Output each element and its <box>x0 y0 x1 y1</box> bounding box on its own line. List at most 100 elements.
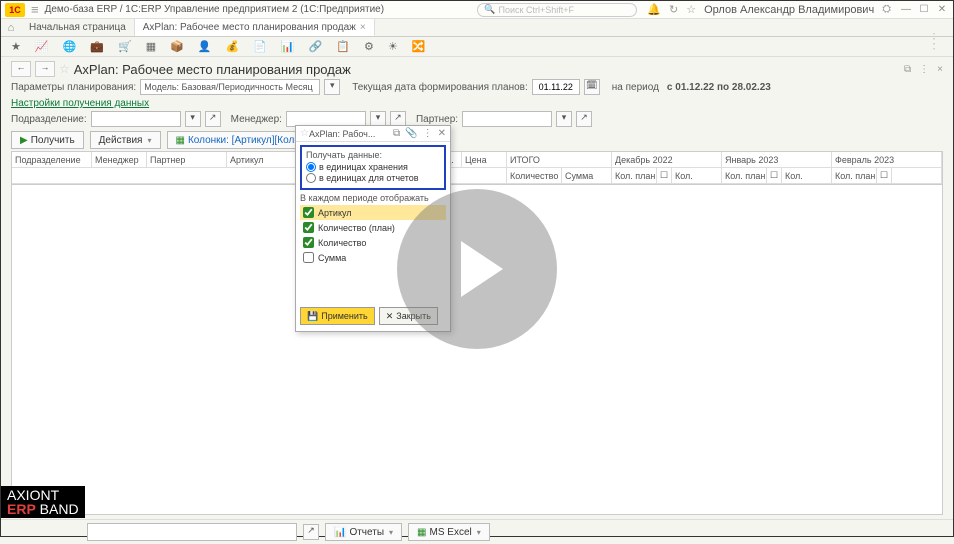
person-icon[interactable]: 👤 <box>198 40 212 53</box>
sub-sum[interactable]: Сумма <box>562 168 612 183</box>
podrazd-drop[interactable]: ▾ <box>185 111 201 127</box>
home-icon[interactable]: ⌂ <box>1 22 21 34</box>
open-window-icon[interactable]: ⧉ <box>904 64 911 75</box>
globe-icon[interactable]: 🌐 <box>63 40 77 53</box>
share-icon[interactable]: 🔀 <box>412 40 426 53</box>
radio-group-label: Получать данные: <box>306 150 440 160</box>
col-price[interactable]: Цена <box>462 152 507 167</box>
col-total[interactable]: ИТОГО <box>507 152 612 167</box>
apply-button[interactable]: 💾Применить <box>300 307 375 325</box>
sub-dec-plan[interactable]: Кол. план <box>612 168 657 183</box>
back-button[interactable]: ← <box>11 61 31 77</box>
global-search[interactable]: 🔍 Поиск Ctrl+Shift+F <box>477 3 637 17</box>
filter-input[interactable] <box>87 523 297 541</box>
col-dec[interactable]: Декабрь 2022 <box>612 152 722 167</box>
search-icon: 🔍 <box>484 4 495 15</box>
col-feb[interactable]: Февраль 2023 <box>832 152 942 167</box>
col-podrazd[interactable]: Подразделение <box>12 152 92 167</box>
tab-axplan[interactable]: AxPlan: Рабочее место планирования прода… <box>135 19 375 36</box>
sub-jan-chk[interactable]: ☐ <box>767 168 782 183</box>
maximize-icon[interactable]: ☐ <box>917 4 931 15</box>
sun-icon[interactable]: ☀ <box>388 40 398 53</box>
col-jan[interactable]: Январь 2023 <box>722 152 832 167</box>
section-toolbar: ★ 📈 🌐 💼 🛒 ▦ 📦 👤 💰 📄 📊 🔗 📋 ⚙ ☀ 🔀 <box>1 37 953 57</box>
bell-icon[interactable]: 🔔 <box>647 3 661 16</box>
forward-button[interactable]: → <box>35 61 55 77</box>
model-combo[interactable]: Модель: Базовая/Периодичность Месяц <box>140 79 320 95</box>
x-icon: ✕ <box>386 311 394 322</box>
fav-icon[interactable]: ☆ <box>59 62 70 76</box>
settings-link[interactable]: Настройки получения данных <box>11 98 149 109</box>
close-icon[interactable]: ✕ <box>935 4 949 15</box>
col-partner[interactable]: Партнер <box>147 152 227 167</box>
actions-button[interactable]: Действия▾ <box>90 131 161 149</box>
watermark-badge: AXIONT ERP BAND <box>1 486 85 518</box>
equalizer-icon[interactable]: ⛭ <box>882 3 891 16</box>
calendar-icon[interactable]: 🗓 <box>584 79 600 95</box>
doc-icon[interactable]: 📄 <box>253 40 267 53</box>
kebab-icon[interactable]: ⋮⋮ <box>927 36 941 46</box>
dialog-titlebar[interactable]: ☆ AxPlan: Рабоч... ⧉ 📎 ⋮ ✕ <box>296 126 450 142</box>
action-row: ▶Получить Действия▾ ▦Колонки: [Артикул][… <box>11 131 943 149</box>
logo-1c: 1C <box>5 3 25 17</box>
tab-home[interactable]: Начальная страница <box>21 19 135 36</box>
get-data-button[interactable]: ▶Получить <box>11 131 84 149</box>
plan-date-input[interactable] <box>532 79 580 95</box>
podrazd-open[interactable]: ↗ <box>205 111 221 127</box>
period-label: на период <box>612 82 659 93</box>
video-play-button[interactable] <box>397 189 557 349</box>
partner-drop[interactable]: ▾ <box>556 111 572 127</box>
link-icon[interactable]: 🔗 <box>309 40 323 53</box>
minimize-icon[interactable]: — <box>899 4 913 15</box>
save-icon: 💾 <box>307 311 318 322</box>
radio-storage-units[interactable]: в единицах хранения <box>306 162 440 172</box>
star-tool-icon[interactable]: ★ <box>11 40 21 53</box>
history-icon[interactable]: ↻ <box>669 3 678 16</box>
excel-icon: ▦ <box>417 527 426 538</box>
podrazd-label: Подразделение: <box>11 114 87 125</box>
bars-icon[interactable]: 📊 <box>281 40 295 53</box>
sub-jan-plan[interactable]: Кол. план <box>722 168 767 183</box>
sub-dec-kol[interactable]: Кол. <box>672 168 722 183</box>
star-icon[interactable]: ☆ <box>686 3 696 16</box>
date-label: Текущая дата формирования планов: <box>352 82 528 93</box>
close-panel-icon[interactable]: × <box>937 64 943 75</box>
title-bar: 1C ≡ Демо-база ERP / 1С:ERP Управление п… <box>1 1 953 19</box>
briefcase-icon[interactable]: 💼 <box>90 40 104 53</box>
tab-close-icon[interactable]: × <box>360 22 366 33</box>
podrazd-input[interactable] <box>91 111 181 127</box>
warehouse-icon[interactable]: ▦ <box>146 40 156 53</box>
sub-kol[interactable]: Количество <box>507 168 562 183</box>
partner-input[interactable] <box>462 111 552 127</box>
grid-icon: ▦ <box>176 135 185 146</box>
excel-button[interactable]: ▦MS Excel▾ <box>408 523 490 541</box>
dialog-open-icon[interactable]: ⧉ <box>393 128 400 139</box>
user-name[interactable]: Орлов Александр Владимирович <box>704 4 874 16</box>
period-value: с 01.12.22 по 28.02.23 <box>667 82 771 93</box>
gear-icon[interactable]: ⚙ <box>364 40 374 53</box>
radio-group-units: Получать данные: в единицах хранения в е… <box>300 145 446 190</box>
partner-open[interactable]: ↗ <box>576 111 592 127</box>
page-icon[interactable]: 📋 <box>336 40 350 53</box>
dialog-more-icon[interactable]: ⋮ <box>423 128 433 139</box>
box-icon[interactable]: 📦 <box>170 40 184 53</box>
reports-button[interactable]: 📊Отчеты▾ <box>325 523 402 541</box>
more-icon[interactable]: ⋮ <box>919 64 929 75</box>
model-drop-button[interactable]: ▾ <box>324 79 340 95</box>
sub-feb-kol <box>892 168 942 183</box>
dialog-star-icon[interactable]: ☆ <box>300 128 309 139</box>
money-icon[interactable]: 💰 <box>226 40 240 53</box>
filter-open[interactable]: ↗ <box>303 524 319 540</box>
dialog-attach-icon[interactable]: 📎 <box>405 128 417 139</box>
sub-dec-chk[interactable]: ☐ <box>657 168 672 183</box>
sub-feb-plan[interactable]: Кол. план <box>832 168 877 183</box>
menu-icon[interactable]: ≡ <box>31 2 39 17</box>
report-icon: 📊 <box>334 527 346 538</box>
radio-report-units[interactable]: в единицах для отчетов <box>306 173 440 183</box>
dialog-close-icon[interactable]: ✕ <box>438 128 446 139</box>
col-manager[interactable]: Менеджер <box>92 152 147 167</box>
cart-icon[interactable]: 🛒 <box>118 40 132 53</box>
sub-feb-chk[interactable]: ☐ <box>877 168 892 183</box>
sub-jan-kol[interactable]: Кол. <box>782 168 832 183</box>
chart-icon[interactable]: 📈 <box>35 40 49 53</box>
